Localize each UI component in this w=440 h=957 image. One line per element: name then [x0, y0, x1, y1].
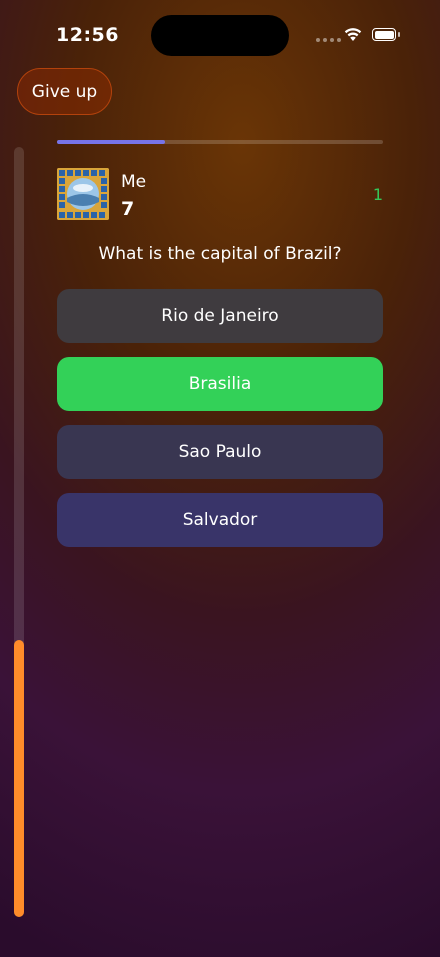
wifi-icon [344, 28, 362, 41]
battery-icon [372, 28, 396, 41]
player-score: 7 [121, 198, 135, 220]
status-bar: 12:56 [0, 0, 440, 70]
answer-option-brasilia[interactable]: Brasilia [57, 357, 383, 411]
answer-option-rio-de-janeiro[interactable]: Rio de Janeiro [57, 289, 383, 343]
answer-option-salvador[interactable]: Salvador [57, 493, 383, 547]
question-text: What is the capital of Brazil? [98, 244, 342, 264]
battery-cap [398, 32, 400, 37]
question-progress-fill [57, 140, 165, 144]
status-time: 12:56 [56, 24, 119, 46]
timer-fill [14, 639, 24, 917]
answer-list: Rio de Janeiro Brasilia Sao Paulo Salvad… [57, 289, 383, 561]
question-counter: 1 [372, 185, 384, 204]
cellular-signal-icon [316, 38, 341, 42]
give-up-button[interactable]: Give up [17, 68, 112, 115]
player-name: Me [121, 172, 147, 192]
question-progress-bar [57, 140, 383, 144]
decorated-tile-avatar-icon [57, 168, 109, 220]
player-avatar [57, 168, 109, 220]
answer-option-sao-paulo[interactable]: Sao Paulo [57, 425, 383, 479]
dynamic-island [151, 15, 289, 56]
